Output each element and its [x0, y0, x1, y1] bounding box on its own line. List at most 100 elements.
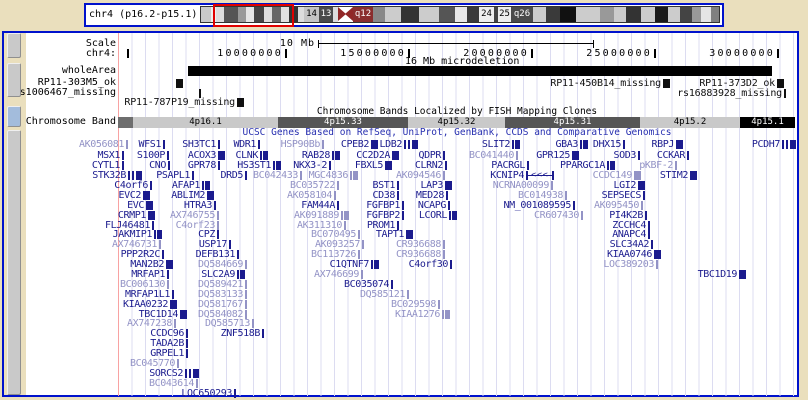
- gene-item[interactable]: AK056081: [126, 140, 128, 149]
- fish-track-button[interactable]: [7, 63, 21, 97]
- gene-item[interactable]: PACRGL: [527, 161, 529, 170]
- gene-item[interactable]: CD38: [397, 191, 399, 200]
- gene-item[interactable]: pKBF-2: [675, 161, 677, 170]
- gene-item[interactable]: MAN2B2: [166, 260, 173, 269]
- gene-item[interactable]: GPR125: [572, 151, 579, 160]
- gene-item[interactable]: ABLIM2: [207, 191, 214, 200]
- gene-item[interactable]: NCAPG: [448, 201, 450, 210]
- gene-item[interactable]: TBC1D14: [180, 310, 187, 319]
- gene-item[interactable]: RAB28: [332, 151, 340, 160]
- ideogram-band[interactable]: 25: [498, 7, 511, 22]
- gene-item[interactable]: EVC2: [143, 191, 150, 200]
- gene-item[interactable]: DRD5: [245, 171, 247, 180]
- gene-item[interactable]: CCDC149: [634, 171, 641, 180]
- gene-item[interactable]: AFAP1: [202, 181, 210, 190]
- ideogram-band[interactable]: 13: [319, 7, 333, 22]
- gene-item[interactable]: SLC34A2: [651, 240, 653, 249]
- chromosome-band-segment[interactable]: [118, 117, 133, 128]
- gene-item[interactable]: SLC2A9: [237, 270, 245, 279]
- gene-item[interactable]: AX747238: [174, 319, 176, 328]
- gene-item[interactable]: LOC650293: [234, 389, 236, 398]
- gene-item[interactable]: BC014938: [565, 191, 567, 200]
- gene-item[interactable]: C4orf30: [450, 260, 452, 269]
- gene-item[interactable]: BC035722: [337, 181, 339, 190]
- gene-item[interactable]: C4orf6: [150, 181, 152, 190]
- gene-item[interactable]: MSX1: [122, 151, 124, 160]
- gene-item[interactable]: MRFAP1: [167, 270, 169, 279]
- gene-item[interactable]: DQ589421: [245, 280, 247, 289]
- ideogram-band[interactable]: [600, 7, 614, 22]
- ideogram-band[interactable]: [419, 7, 439, 22]
- gene-item[interactable]: SORCS2: [185, 369, 199, 378]
- gene-item[interactable]: STK32B: [128, 171, 142, 180]
- gene-item[interactable]: CR607430: [581, 211, 583, 220]
- gene-item[interactable]: AK094546: [443, 171, 445, 180]
- ideogram-band[interactable]: [626, 7, 641, 22]
- gene-item[interactable]: AX746699: [361, 270, 363, 279]
- gene-item[interactable]: WDR1: [258, 140, 260, 149]
- microdeletion-bar[interactable]: [188, 66, 772, 76]
- gene-item[interactable]: DQ585121: [407, 290, 409, 299]
- gene-item[interactable]: BC070495: [358, 230, 360, 239]
- ideogram-band[interactable]: [668, 7, 680, 22]
- fish-clone-item[interactable]: [176, 79, 183, 88]
- gene-item[interactable]: LCORL: [449, 211, 457, 220]
- gene-item[interactable]: CR936688: [443, 240, 445, 249]
- gene-item[interactable]: MGC4836: [350, 171, 358, 180]
- chromosome-band-segment[interactable]: 4p15.2: [640, 117, 740, 128]
- gene-item[interactable]: MED28: [446, 191, 448, 200]
- ideogram-band[interactable]: [560, 7, 576, 22]
- gene-item[interactable]: GRPEL1: [186, 349, 188, 358]
- chromosome-band-segment[interactable]: 4p15.33: [278, 117, 408, 128]
- gene-item[interactable]: SH3TC1: [218, 140, 220, 149]
- gene-item[interactable]: CPZ: [217, 230, 219, 239]
- ideogram-band[interactable]: q26: [511, 7, 533, 22]
- gene-item[interactable]: AK095450: [641, 201, 643, 210]
- gene-item[interactable]: STIM2: [690, 171, 697, 180]
- gene-item[interactable]: AK058104: [334, 191, 336, 200]
- gene-item[interactable]: AK093257: [362, 240, 364, 249]
- gene-item[interactable]: BC035074: [391, 280, 393, 289]
- ruler-track-button[interactable]: [7, 33, 21, 58]
- ideogram-band[interactable]: [576, 7, 600, 22]
- gene-item[interactable]: C1QTNF7: [371, 260, 379, 269]
- gene-item[interactable]: DQ581767: [245, 300, 247, 309]
- ideogram-band[interactable]: [439, 7, 455, 22]
- gene-item[interactable]: CCDC96: [186, 329, 188, 338]
- gene-item[interactable]: BC042433: [300, 171, 302, 180]
- gene-item[interactable]: FLJ46481: [152, 221, 154, 230]
- gene-item[interactable]: AK091889: [341, 211, 349, 220]
- gene-item[interactable]: QDPR: [443, 151, 445, 160]
- ideogram-band[interactable]: [401, 7, 419, 22]
- ideogram-band[interactable]: [614, 7, 626, 22]
- gene-item[interactable]: PCDH7: [782, 140, 796, 149]
- gene-item[interactable]: FGFBP2: [402, 211, 404, 220]
- ideogram-band[interactable]: [455, 7, 467, 22]
- gene-item[interactable]: CCKAR: [687, 151, 689, 160]
- gene-item[interactable]: CNO: [168, 161, 170, 170]
- gene-item[interactable]: SLIT2: [512, 140, 520, 149]
- gene-item[interactable]: MRFAP1L1: [172, 290, 174, 299]
- gene-item[interactable]: LAP3: [445, 181, 452, 190]
- gene-item[interactable]: TADA2B: [186, 339, 188, 348]
- gene-item[interactable]: CRMP1: [148, 211, 155, 220]
- fish-clone-item[interactable]: rs16883928_missing: [784, 89, 786, 98]
- gene-item[interactable]: CLRN2: [445, 161, 447, 170]
- gene-item[interactable]: BC113726: [358, 250, 360, 259]
- gene-item[interactable]: NKX3-2: [329, 161, 331, 170]
- gene-item[interactable]: DHX15: [623, 140, 625, 149]
- gene-item[interactable]: FBXL5: [385, 161, 392, 170]
- gene-item[interactable]: SEPSECS: [643, 191, 645, 200]
- gene-item[interactable]: JAKMIP1: [154, 230, 162, 239]
- chromosome-band-segment[interactable]: 4p16.1: [133, 117, 278, 128]
- ideogram-band[interactable]: [546, 7, 560, 22]
- fish-clone-item[interactable]: RP11-373D2_ok: [777, 79, 784, 88]
- gene-item[interactable]: DQ585713: [252, 319, 254, 328]
- gene-item[interactable]: DQ583133: [245, 290, 247, 299]
- ideogram-band[interactable]: [701, 7, 711, 22]
- gene-item[interactable]: BC043614: [196, 379, 198, 388]
- gene-item[interactable]: ACOX3: [218, 151, 225, 160]
- gene-item[interactable]: NCRNA00099: [551, 181, 553, 190]
- ideogram-band[interactable]: [533, 7, 546, 22]
- gene-item[interactable]: KCNIP4<<<: [526, 171, 554, 180]
